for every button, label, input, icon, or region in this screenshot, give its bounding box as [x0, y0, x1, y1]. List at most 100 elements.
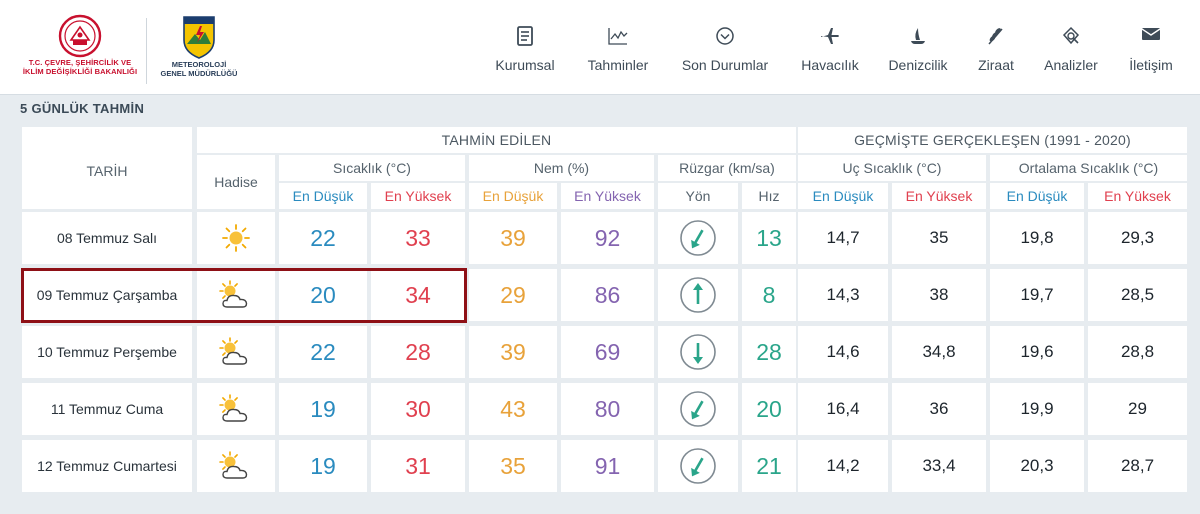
- document-icon: [517, 26, 533, 46]
- row-hum-low: 35: [469, 440, 557, 492]
- row-event-icon: [197, 383, 275, 435]
- sun-icon: [222, 224, 250, 252]
- mgm-logo-line1: METEOROLOJİ: [171, 60, 227, 69]
- nav-kurumsal[interactable]: Kurumsal: [485, 0, 565, 95]
- wheat-icon: [988, 28, 1003, 45]
- nav-son-durumlar[interactable]: Son Durumlar: [675, 0, 775, 95]
- mgm-logo-line2: GENEL MÜDÜRLÜĞÜ: [160, 69, 238, 78]
- partly-cloudy-icon: [219, 394, 248, 422]
- wind-direction-icon: [680, 391, 716, 427]
- header-history-group: GEÇMİŞTE GERÇEKLEŞEN (1991 - 2020): [798, 127, 1187, 153]
- header-date: TARİH: [22, 127, 192, 209]
- row-ext-high: 35: [892, 212, 986, 264]
- envelope-icon: [1141, 28, 1161, 40]
- row-ext-low: 14,7: [798, 212, 888, 264]
- row-wind-speed: 8: [742, 269, 796, 321]
- row-event-icon: [197, 326, 275, 378]
- row-avg-low: 20,3: [990, 440, 1084, 492]
- row-temp-high: 31: [371, 440, 465, 492]
- sub-avg-low: En Düşük: [990, 183, 1084, 209]
- row-temp-low: 22: [279, 212, 367, 264]
- row-avg-high: 28,7: [1088, 440, 1187, 492]
- partly-cloudy-icon: [219, 280, 248, 308]
- chart-icon: [608, 28, 628, 45]
- row-temp-low: 20: [279, 269, 367, 321]
- mgm-logo[interactable]: METEOROLOJİ GENEL MÜDÜRLÜĞÜ: [153, 14, 245, 88]
- row-wind-speed: 28: [742, 326, 796, 378]
- row-event-icon: [197, 440, 275, 492]
- row-hum-low: 43: [469, 383, 557, 435]
- header-humidity: Nem (%): [469, 155, 654, 181]
- nav-label: Denizcilik: [888, 57, 948, 73]
- row-avg-high: 28,5: [1088, 269, 1187, 321]
- wind-direction-icon: [680, 277, 716, 313]
- wind-direction-icon: [680, 220, 716, 256]
- nav-ziraat[interactable]: Ziraat: [966, 0, 1026, 95]
- chevron-circle-icon: [716, 27, 734, 45]
- nav-label: Havacılık: [801, 57, 859, 73]
- section-title: 5 GÜNLÜK TAHMİN: [20, 101, 145, 116]
- row-avg-low: 19,6: [990, 326, 1084, 378]
- row-wind-direction: [658, 269, 738, 321]
- airplane-icon: [821, 28, 839, 44]
- row-temp-high: 34: [371, 269, 465, 321]
- ministry-logo-line2: İKLİM DEĞİŞİKLİĞİ BAKANLIĞI: [22, 67, 138, 76]
- sub-hum-low: En Düşük: [469, 183, 557, 209]
- wind-direction-icon: [680, 448, 716, 484]
- nav-label: Kurumsal: [495, 57, 555, 73]
- nav-denizcilik[interactable]: Denizcilik: [878, 0, 958, 95]
- sub-wind-speed: Hız: [742, 183, 796, 209]
- header-event: Hadise: [197, 155, 275, 209]
- header-extreme-temp: Uç Sıcaklık (°C): [798, 155, 986, 181]
- nav-label: Ziraat: [978, 57, 1014, 73]
- row-temp-high: 33: [371, 212, 465, 264]
- header-average-temp: Ortalama Sıcaklık (°C): [990, 155, 1187, 181]
- row-temp-low: 19: [279, 440, 367, 492]
- row-temp-low: 22: [279, 326, 367, 378]
- row-avg-high: 28,8: [1088, 326, 1187, 378]
- row-ext-low: 14,3: [798, 269, 888, 321]
- nav-tahminler[interactable]: Tahminler: [578, 0, 658, 95]
- row-ext-high: 34,8: [892, 326, 986, 378]
- row-hum-high: 69: [561, 326, 654, 378]
- nav-havacilik[interactable]: Havacılık: [790, 0, 870, 95]
- row-wind-speed: 20: [742, 383, 796, 435]
- row-hum-high: 86: [561, 269, 654, 321]
- nav-label: Son Durumlar: [681, 57, 769, 73]
- row-avg-low: 19,9: [990, 383, 1084, 435]
- row-date: 09 Temmuz Çarşamba: [22, 269, 192, 321]
- analysis-icon: [1062, 26, 1080, 45]
- header-temperature: Sıcaklık (°C): [279, 155, 465, 181]
- row-hum-high: 91: [561, 440, 654, 492]
- row-ext-high: 36: [892, 383, 986, 435]
- row-wind-direction: [658, 440, 738, 492]
- mgm-emblem-icon: [183, 16, 215, 59]
- ministry-logo[interactable]: T.C. ÇEVRE, ŞEHİRCİLİK VE İKLİM DEĞİŞİKL…: [18, 14, 142, 88]
- ministry-logo-line1: T.C. ÇEVRE, ŞEHİRCİLİK VE: [28, 58, 132, 67]
- row-temp-high: 28: [371, 326, 465, 378]
- row-avg-low: 19,8: [990, 212, 1084, 264]
- row-hum-low: 39: [469, 212, 557, 264]
- wind-direction-icon: [680, 334, 716, 370]
- row-date: 12 Temmuz Cumartesi: [22, 440, 192, 492]
- row-event-icon: [197, 269, 275, 321]
- row-wind-direction: [658, 326, 738, 378]
- header-forecast-group: TAHMİN EDİLEN: [197, 127, 796, 153]
- row-ext-high: 38: [892, 269, 986, 321]
- row-hum-high: 92: [561, 212, 654, 264]
- row-wind-direction: [658, 212, 738, 264]
- row-event-icon: [197, 212, 275, 264]
- nav-analizler[interactable]: Analizler: [1035, 0, 1107, 95]
- sub-hum-high: En Yüksek: [561, 183, 654, 209]
- sub-temp-low: En Düşük: [279, 183, 367, 209]
- row-ext-low: 14,2: [798, 440, 888, 492]
- nav-iletisim[interactable]: İletişim: [1118, 0, 1184, 95]
- row-avg-high: 29,3: [1088, 212, 1187, 264]
- partly-cloudy-icon: [219, 337, 248, 365]
- row-wind-direction: [658, 383, 738, 435]
- row-temp-low: 19: [279, 383, 367, 435]
- nav-label: Tahminler: [587, 57, 649, 73]
- sub-wind-direction: Yön: [658, 183, 738, 209]
- row-hum-low: 39: [469, 326, 557, 378]
- row-ext-low: 16,4: [798, 383, 888, 435]
